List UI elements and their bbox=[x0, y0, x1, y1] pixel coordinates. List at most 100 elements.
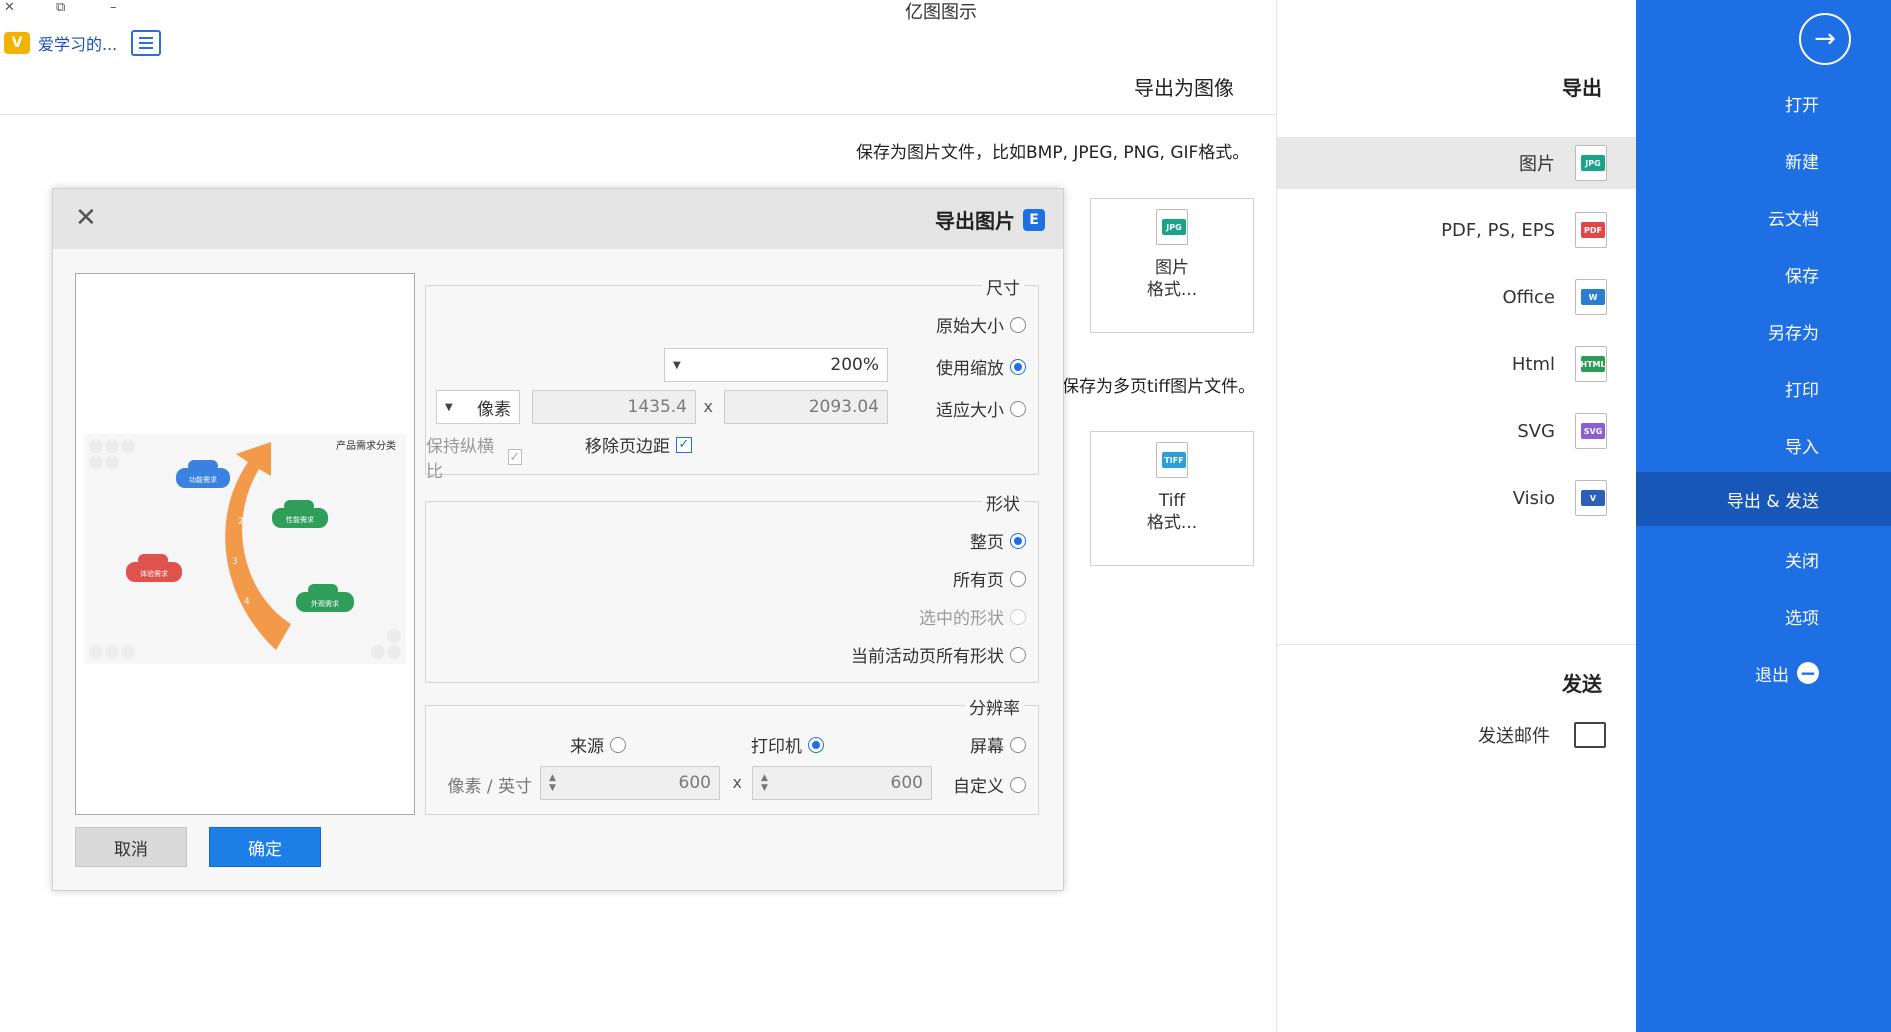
whole-page-option[interactable]: 整页 bbox=[970, 528, 1026, 553]
dpi-x-field[interactable]: ▲ ▼ 600 bbox=[752, 766, 932, 800]
user-area[interactable]: V 爱学习的... bbox=[4, 30, 162, 56]
exit-icon: − bbox=[1797, 662, 1819, 684]
export-heading: 导出 bbox=[1562, 76, 1602, 100]
use-zoom-option[interactable]: 使用缩放 bbox=[936, 354, 1026, 379]
sidebar-item-open[interactable]: 打开 bbox=[1636, 76, 1891, 130]
width-field[interactable]: 2093.04 bbox=[724, 390, 888, 424]
sidebar-item-new[interactable]: 新建 bbox=[1636, 133, 1891, 187]
export-item-pdf[interactable]: PDF, PS, EPS PDF bbox=[1277, 204, 1637, 256]
size-group-title: 尺寸 bbox=[982, 274, 1024, 299]
sidebar-item-print[interactable]: 打印 bbox=[1636, 361, 1891, 415]
spinner-icon[interactable]: ▲ ▼ bbox=[549, 773, 556, 793]
minimize-window-icon[interactable]: – bbox=[110, 0, 117, 15]
ok-button[interactable]: 确定 bbox=[209, 827, 321, 867]
dpi-y-field[interactable]: ▲ ▼ 600 bbox=[540, 766, 720, 800]
whole-page-radio[interactable] bbox=[1010, 532, 1026, 549]
svg-text:功能需求: 功能需求 bbox=[189, 475, 217, 484]
size-x-separator: x bbox=[703, 397, 713, 416]
sidebar: → 打开 新建 云文档 保存 另存为 打印 导入 导出 & 发送 关闭 选项 退… bbox=[1636, 0, 1891, 1032]
svg-icon: SVG bbox=[1575, 413, 1607, 449]
sidebar-item-save[interactable]: 保存 bbox=[1636, 247, 1891, 301]
page-title: 导出为图像 bbox=[1134, 76, 1234, 100]
sidebar-item-options[interactable]: 选项 bbox=[1636, 589, 1891, 643]
fit-size-option[interactable]: 适应大小 bbox=[936, 396, 1026, 421]
original-size-radio[interactable] bbox=[1010, 316, 1026, 333]
divider bbox=[1277, 644, 1637, 645]
divider bbox=[0, 114, 1276, 115]
use-zoom-radio[interactable] bbox=[1010, 358, 1026, 375]
send-heading: 发送 bbox=[1562, 672, 1602, 696]
dpi-unit-label: 像素 / 英寸 bbox=[447, 777, 532, 797]
zoom-select[interactable]: ▼ 200% bbox=[664, 348, 888, 382]
resolution-group: 分辨率 屏幕 打印机 来源 自定义 ▲ ▼ 600 x ▲ ▼ 600 像素 / 英… bbox=[425, 694, 1039, 815]
printer-radio[interactable] bbox=[808, 736, 824, 753]
preview-diagram: 产品需求分类 1 2 3 4 功能需求 性能需求 体验需求 外观需求 bbox=[84, 434, 406, 664]
jpg-file-icon: JPG bbox=[1156, 209, 1188, 245]
sidebar-item-cloud[interactable]: 云文档 bbox=[1636, 190, 1891, 244]
visio-icon: V bbox=[1575, 480, 1607, 516]
dialog-title: 导出图片 E bbox=[935, 205, 1045, 234]
restore-window-icon[interactable]: ⧉ bbox=[56, 0, 65, 15]
app-logo-icon: E bbox=[1023, 208, 1045, 231]
all-pages-radio[interactable] bbox=[1010, 570, 1026, 587]
tiff-format-label: Tiff 格式... bbox=[1146, 491, 1198, 533]
shape-group-title: 形状 bbox=[982, 490, 1024, 515]
custom-radio[interactable] bbox=[1010, 776, 1026, 793]
fit-size-radio[interactable] bbox=[1010, 400, 1026, 417]
remove-margin-checkbox[interactable]: ✓ bbox=[676, 436, 692, 453]
sidebar-item-import[interactable]: 导入 bbox=[1636, 418, 1891, 472]
shape-group: 形状 整页 所有页 选中的形状 当前活动页所有形状 bbox=[425, 490, 1039, 683]
sidebar-item-exit[interactable]: 退出 − bbox=[1636, 646, 1891, 700]
tiff-format-card[interactable]: TIFF Tiff 格式... bbox=[1090, 431, 1254, 566]
export-item-html[interactable]: Html HTML bbox=[1277, 338, 1637, 390]
cancel-button[interactable]: 取消 bbox=[75, 827, 187, 867]
jpg-icon: JPG bbox=[1575, 145, 1607, 181]
all-pages-option[interactable]: 所有页 bbox=[953, 566, 1026, 591]
height-field[interactable]: 1435.4 bbox=[532, 390, 696, 424]
user-name[interactable]: 爱学习的... bbox=[38, 31, 117, 55]
export-item-office[interactable]: Office W bbox=[1277, 271, 1637, 323]
remove-margin-option[interactable]: 移除页边距 ✓ bbox=[585, 432, 692, 457]
screen-radio[interactable] bbox=[1010, 736, 1026, 753]
custom-option[interactable]: 自定义 bbox=[953, 772, 1026, 797]
preview-title: 产品需求分类 bbox=[336, 439, 396, 452]
sidebar-item-save-as[interactable]: 另存为 bbox=[1636, 304, 1891, 358]
sidebar-item-close[interactable]: 关闭 bbox=[1636, 532, 1891, 586]
selected-shapes-option[interactable]: 选中的形状 bbox=[919, 604, 1026, 629]
message-icon[interactable] bbox=[131, 30, 162, 56]
step-4: 4 bbox=[244, 597, 250, 607]
export-item-visio[interactable]: Visio V bbox=[1277, 472, 1637, 524]
keep-ratio-option[interactable]: 保持纵横比 ✓ bbox=[426, 432, 522, 482]
svg-text:外观需求: 外观需求 bbox=[311, 599, 339, 608]
current-page-shapes-radio[interactable] bbox=[1010, 646, 1026, 663]
export-item-svg[interactable]: SVG SVG bbox=[1277, 405, 1637, 457]
html-icon: HTML bbox=[1575, 346, 1607, 382]
chevron-down-icon: ▼ bbox=[445, 401, 453, 413]
send-email-item[interactable]: 发送邮件 bbox=[1478, 722, 1606, 748]
image-format-label: 图片 格式... bbox=[1146, 258, 1198, 300]
resolution-x-separator: x bbox=[732, 773, 742, 792]
sidebar-item-export-send[interactable]: 导出 & 发送 bbox=[1636, 472, 1891, 526]
unit-select[interactable]: ▼ 像素 bbox=[436, 390, 520, 424]
current-page-shapes-option[interactable]: 当前活动页所有形状 bbox=[851, 642, 1026, 667]
close-window-icon[interactable]: ✕ bbox=[4, 0, 15, 15]
keep-ratio-checkbox[interactable]: ✓ bbox=[507, 449, 522, 465]
printer-option[interactable]: 打印机 bbox=[751, 732, 824, 757]
close-icon[interactable]: ✕ bbox=[75, 203, 97, 233]
export-item-image[interactable]: 图片 JPG bbox=[1277, 137, 1637, 189]
svg-text:性能需求: 性能需求 bbox=[286, 515, 314, 524]
source-radio[interactable] bbox=[610, 736, 626, 753]
back-arrow-icon[interactable]: → bbox=[1799, 13, 1851, 65]
app-title: 亿图图示 bbox=[905, 2, 977, 23]
original-size-option[interactable]: 原始大小 bbox=[936, 312, 1026, 337]
selected-shapes-radio[interactable] bbox=[1010, 608, 1026, 625]
step-1: 1 bbox=[254, 477, 260, 487]
source-option[interactable]: 来源 bbox=[570, 732, 626, 757]
resolution-group-title: 分辨率 bbox=[965, 694, 1024, 719]
screen-option[interactable]: 屏幕 bbox=[970, 732, 1026, 757]
spinner-icon[interactable]: ▲ ▼ bbox=[761, 773, 768, 793]
step-2: 2 bbox=[238, 517, 244, 527]
image-format-card[interactable]: JPG 图片 格式... bbox=[1090, 198, 1254, 333]
dialog-title-bar: ✕ 导出图片 E bbox=[53, 189, 1063, 249]
svg-text:体验需求: 体验需求 bbox=[140, 569, 168, 578]
